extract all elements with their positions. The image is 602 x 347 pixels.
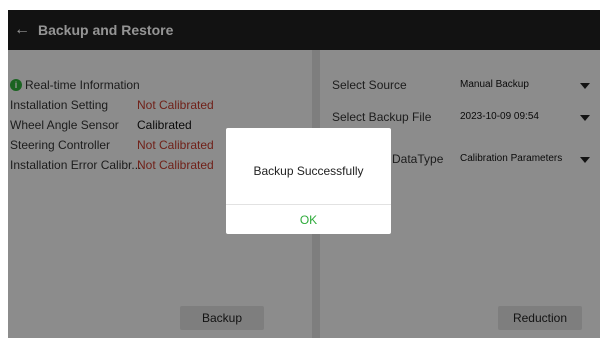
backup-success-dialog: Backup Successfully OK [226, 128, 391, 234]
ok-button[interactable]: OK [226, 205, 391, 234]
dialog-message: Backup Successfully [253, 164, 364, 178]
device-screen: ← Backup and Restore i Real-time Informa… [8, 10, 600, 338]
